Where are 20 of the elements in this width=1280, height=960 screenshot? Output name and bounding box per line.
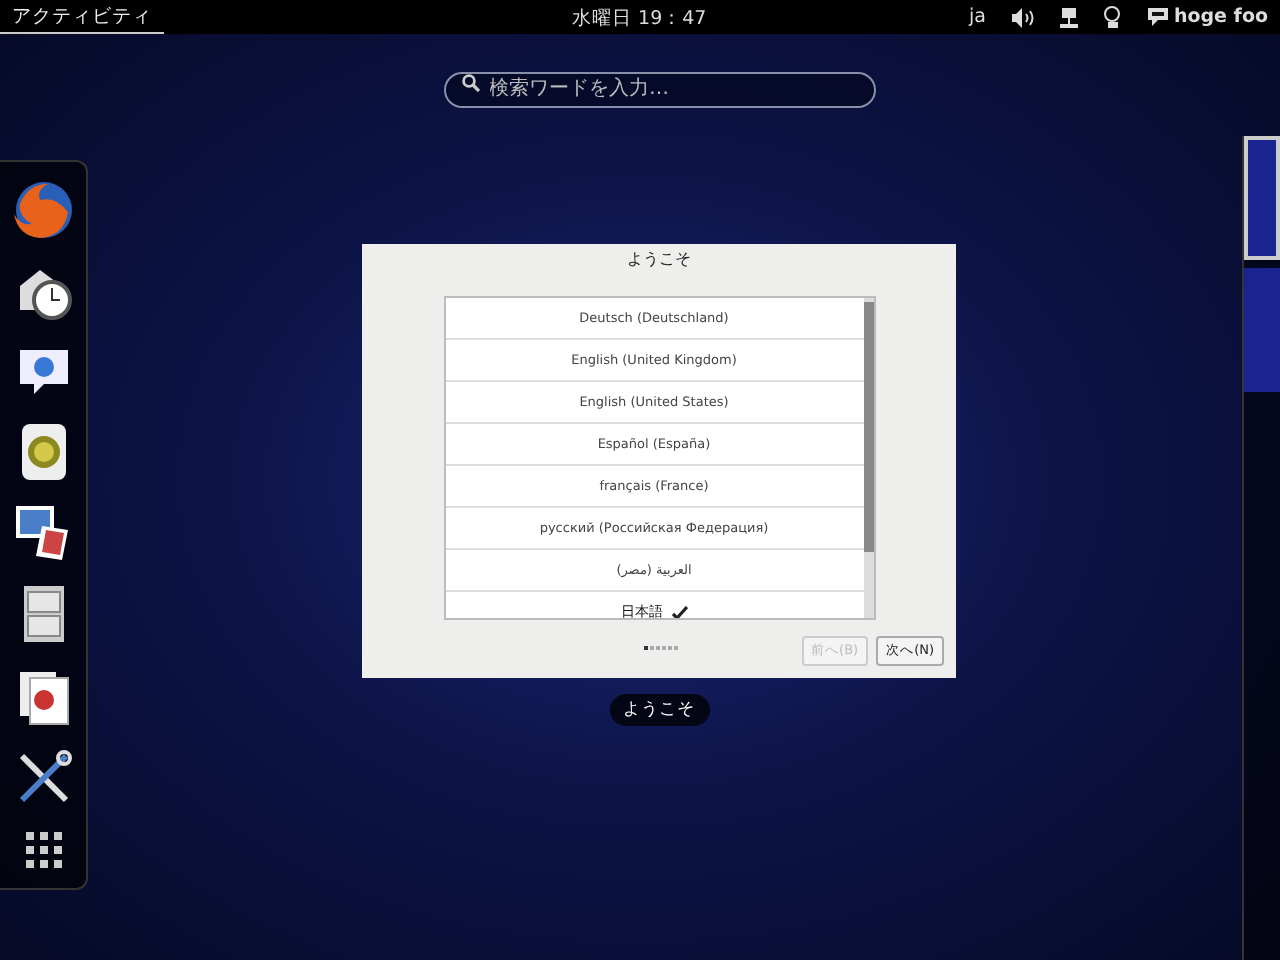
globe-icon[interactable] xyxy=(13,180,73,241)
network-icon[interactable] xyxy=(1059,7,1078,27)
user-menu[interactable]: hoge foo xyxy=(1147,6,1268,28)
workspace-thumbnail[interactable] xyxy=(1244,268,1280,392)
window-caption: ようこそ xyxy=(609,694,709,726)
photos-icon[interactable] xyxy=(13,502,73,563)
scrollbar[interactable] xyxy=(863,298,873,618)
workspace-thumbnail[interactable] xyxy=(1244,136,1280,260)
speaker-icon[interactable] xyxy=(19,421,67,482)
volume-icon[interactable] xyxy=(1011,7,1034,27)
checkmark-icon xyxy=(671,605,687,618)
activities-button[interactable]: アクティビティ xyxy=(0,0,164,34)
search-field[interactable]: 検索ワードを入力… xyxy=(443,71,875,107)
search-icon xyxy=(461,74,479,92)
clock-text[interactable]: 水曜日 19：47 xyxy=(572,6,707,32)
app-grid-icon[interactable] xyxy=(23,829,63,869)
window-title: ようこそ xyxy=(627,248,691,272)
chat-status-icon xyxy=(1147,8,1168,26)
file-cabinet-icon[interactable] xyxy=(19,584,67,645)
input-method-indicator[interactable]: ja xyxy=(969,6,986,28)
